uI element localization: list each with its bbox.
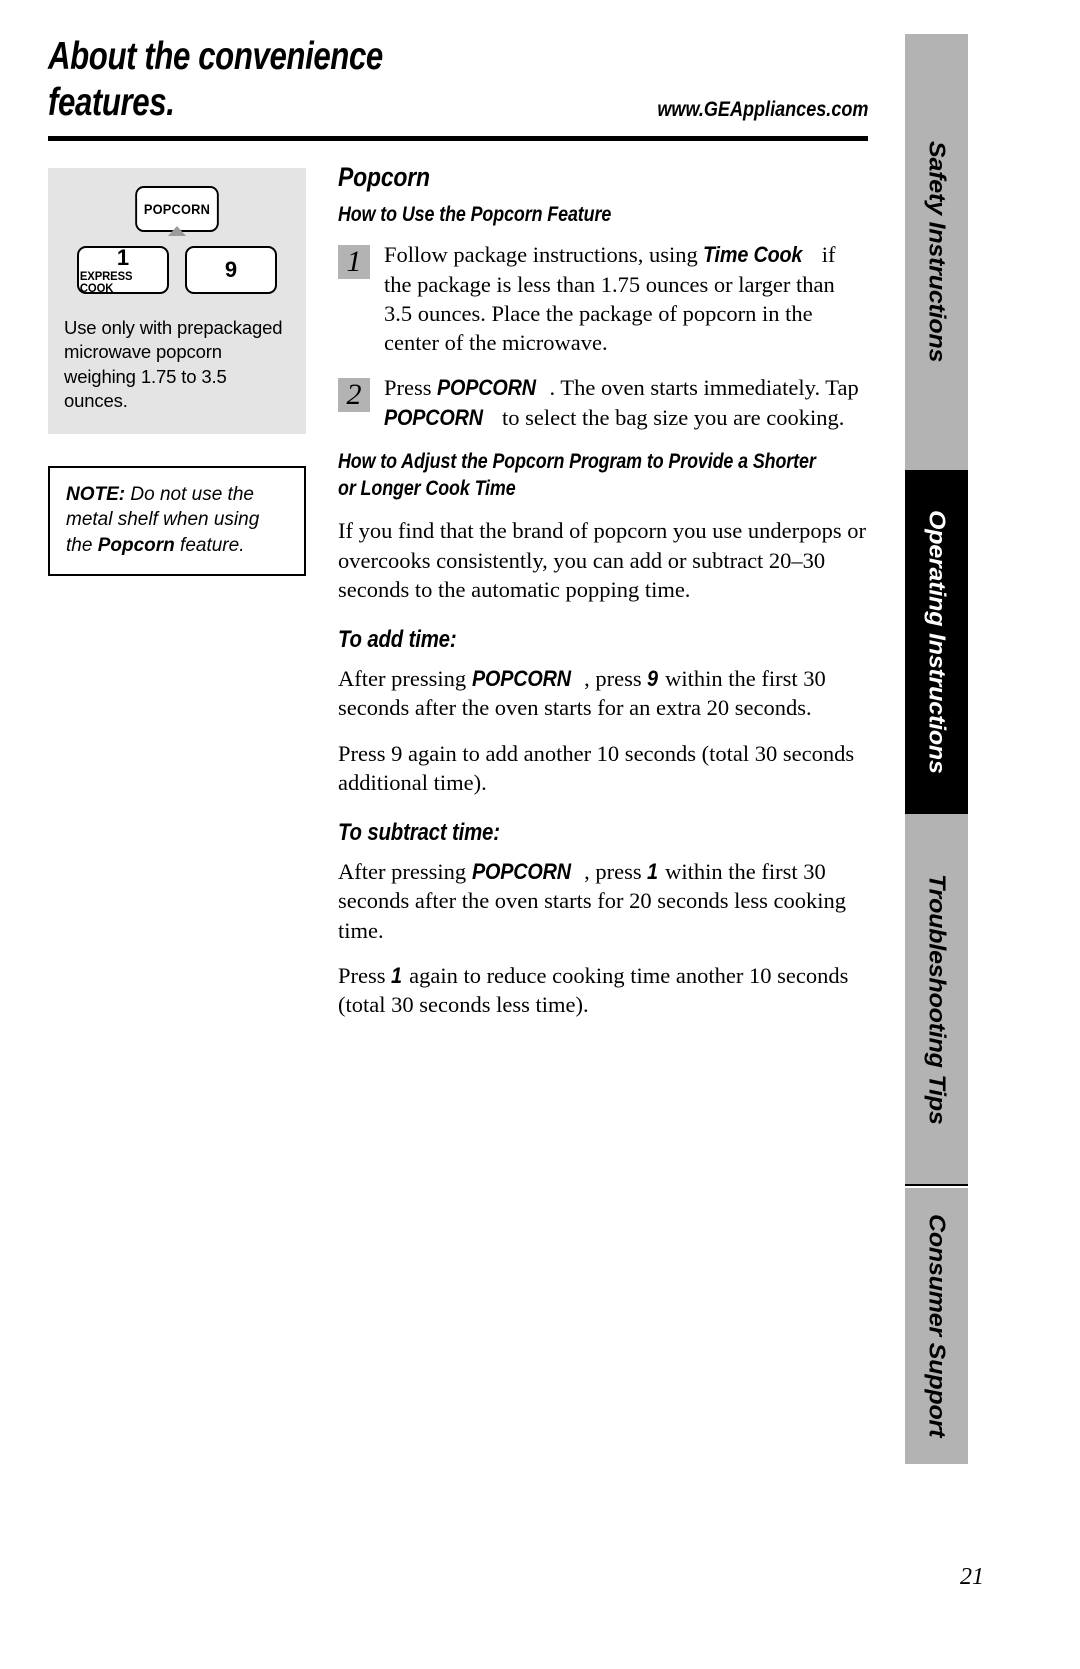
step-item: 1 Follow package instructions, using Tim… [338,240,866,357]
step-number-badge: 1 [338,245,370,280]
keyword-popcorn: POPCORN [471,859,571,885]
add-time-paragraph-2: Press 9 again to add another 10 seconds … [338,740,855,795]
step-text-part2: . The oven starts immediately. Tap [549,375,859,401]
keyword-one: 1 [391,962,402,988]
step-text: Follow package instructions, using Time … [384,240,866,357]
step-number-badge: 2 [338,378,370,413]
nine-key-digit: 9 [224,257,238,282]
tab-troubleshooting-tips[interactable]: Troubleshooting Tips [905,814,968,1186]
add-p1-part1: After pressing [338,666,472,692]
tab-label: Operating Instructions [924,510,950,774]
figure-caption: Use only with prepackaged microwave popc… [64,317,283,412]
express-cook-key-digit: 1 [116,245,130,270]
note-emphasis: Popcorn [97,534,175,556]
keyword-popcorn-2: POPCORN [384,404,483,430]
sub-p2-part1: Press [338,962,392,988]
step-text-part1: Follow package instructions, using [384,242,704,268]
note-label: NOTE: [66,483,126,505]
section-title-popcorn: Popcorn [338,162,430,192]
adjust-paragraph: If you find that the brand of popcorn yo… [338,518,867,602]
tab-label: Troubleshooting Tips [924,873,950,1125]
sub-p1-part2: , press [584,859,648,885]
subheading-adjust-line2: or Longer Cook Time [338,477,516,501]
heading-to-add-time: To add time: [338,626,457,654]
tab-label: Safety Instructions [924,141,950,363]
tab-safety-instructions[interactable]: Safety Instructions [905,34,968,470]
document-page: About the convenience features. www.GEAp… [0,0,1080,1669]
add-time-paragraph-1: After pressing POPCORN, press 9 within t… [338,664,866,723]
subtract-time-paragraph-2: Press 1 again to reduce cooking time ano… [338,961,866,1020]
subheading-adjust-line1: How to Adjust the Popcorn Program to Pro… [338,449,816,473]
page-title: About the convenience features. [48,35,383,125]
tab-operating-instructions[interactable]: Operating Instructions [905,470,968,814]
nine-key[interactable]: 9 [185,246,277,294]
keyword-one: 1 [647,859,659,885]
left-sidebar-column: POPCORN 1 EXPRESS COOK 9 Use only with p… [48,168,306,576]
add-p1-part2: , press [584,666,648,692]
keyword-nine: 9 [647,666,659,692]
popcorn-key-row: POPCORN [64,186,290,236]
express-cook-key-sublabel: EXPRESS COOK [79,271,133,295]
heading-to-subtract-time: To subtract time: [338,819,500,847]
sub-p1-part1: After pressing [338,859,472,885]
website-url: www.GEAppliances.com [656,98,868,122]
header-divider-rule [48,136,868,141]
keyword-popcorn: POPCORN [471,666,571,692]
note-callout-box: NOTE: Do not use the metal shelf when us… [48,465,306,576]
sub-p2-part2: again to reduce cooking time another 10 … [338,962,849,1018]
pointer-triangle-icon [168,226,186,236]
step-text-part1: Press [384,375,438,401]
section-tab-rail: Safety Instructions Operating Instructio… [905,34,968,1464]
tab-label: Consumer Support [924,1214,950,1438]
number-key-row: 1 EXPRESS COOK 9 [64,246,290,294]
subtract-time-paragraph-1: After pressing POPCORN, press 1 within t… [338,857,866,945]
keyword-time-cook: Time Cook [703,242,803,268]
step-text: Press POPCORN . The oven starts immediate… [384,373,866,432]
tab-consumer-support[interactable]: Consumer Support [905,1188,968,1464]
express-cook-key[interactable]: 1 EXPRESS COOK [77,246,169,294]
page-header: About the convenience features. www.GEAp… [48,34,868,126]
keyword-popcorn: POPCORN [437,375,537,401]
control-panel-figure: POPCORN 1 EXPRESS COOK 9 Use only with p… [48,168,306,434]
main-content-column: Popcorn How to Use the Popcorn Feature 1… [338,162,866,1035]
popcorn-key-label: POPCORN [143,201,211,217]
step-item: 2 Press POPCORN . The oven starts immedia… [338,373,866,432]
subheading-how-to-adjust: How to Adjust the Popcorn Program to Pro… [338,448,868,503]
page-number: 21 [960,1564,984,1590]
note-text-after: feature. [174,534,245,556]
step-text-part3: to select the bag size you are cooking. [496,404,845,430]
subheading-how-to-use: How to Use the Popcorn Feature [338,203,612,226]
